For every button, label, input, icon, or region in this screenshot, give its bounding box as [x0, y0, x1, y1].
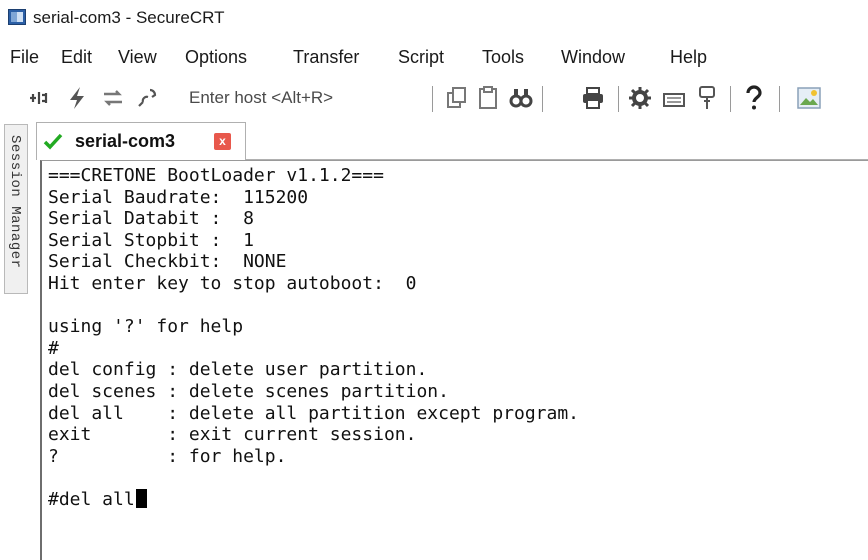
print-icon[interactable] [579, 84, 607, 112]
connected-check-icon [43, 131, 63, 151]
window-title: serial-com3 - SecureCRT [33, 8, 225, 27]
settings-icon[interactable] [626, 84, 654, 112]
session-manager-tab[interactable]: Session Manager [4, 124, 28, 294]
tab-close-icon[interactable]: x [214, 133, 231, 150]
connect-icon[interactable] [26, 84, 54, 112]
toolbar-separator [542, 86, 543, 112]
tab-label: serial-com3 [75, 131, 176, 151]
menu-edit[interactable]: Edit [61, 46, 92, 68]
toolbar-separator [618, 86, 619, 112]
title-bar: serial-com3 - SecureCRT [0, 0, 868, 40]
terminal-line: del scenes : delete scenes partition. [48, 380, 449, 402]
menu-options[interactable]: Options [185, 46, 247, 68]
menu-file[interactable]: File [10, 46, 39, 68]
terminal-cursor [135, 488, 147, 508]
menu-script[interactable]: Script [398, 46, 444, 68]
terminal-line: ? : for help. [48, 445, 287, 467]
menu-bar: File Edit View Options Transfer Script T… [0, 40, 868, 74]
menu-transfer[interactable]: Transfer [293, 46, 359, 68]
menu-tools[interactable]: Tools [482, 46, 524, 68]
tab-serial-com3[interactable]: serial-com3 x [36, 122, 246, 160]
disconnect-icon[interactable] [134, 84, 162, 112]
paste-icon[interactable] [474, 84, 502, 112]
quick-connect-icon[interactable] [63, 84, 91, 112]
toolbar-separator [779, 86, 780, 112]
terminal-line: Serial Checkbit: NONE [48, 251, 287, 273]
terminal-command: #del all [48, 488, 135, 510]
enter-host-field[interactable]: Enter host <Alt+R> [189, 87, 333, 109]
terminal-line: Serial Databit : 8 [48, 208, 254, 230]
terminal-line: # [48, 337, 59, 359]
toolbar-separator [730, 86, 731, 112]
sftp-icon[interactable] [693, 84, 721, 112]
menu-window[interactable]: Window [561, 46, 625, 68]
screenshot-icon[interactable] [795, 84, 823, 112]
tab-strip: serial-com3 x [36, 122, 868, 160]
terminal-line: using '?' for help [48, 316, 244, 338]
terminal-line: ===CRETONE BootLoader v1.1.2=== [48, 165, 384, 186]
menu-help[interactable]: Help [670, 46, 707, 68]
toolbar-separator [432, 86, 433, 112]
help-icon[interactable] [740, 84, 768, 112]
terminal-line: Serial Stopbit : 1 [48, 229, 254, 251]
session-manager-label: Session Manager [7, 135, 23, 269]
terminal-output[interactable]: ===CRETONE BootLoader v1.1.2=== Serial B… [40, 160, 868, 560]
terminal-line: Serial Baudrate: 115200 [48, 186, 309, 208]
terminal-line: Hit enter key to stop autoboot: 0 [48, 272, 417, 294]
keymap-icon[interactable] [660, 84, 688, 112]
menu-view[interactable]: View [118, 46, 157, 68]
terminal-line: exit : exit current session. [48, 424, 417, 446]
toolbar: Enter host <Alt+R> [0, 76, 868, 120]
reconnect-icon[interactable] [99, 84, 127, 112]
securecrt-app-icon[interactable] [8, 9, 26, 25]
copy-icon[interactable] [442, 84, 470, 112]
find-icon[interactable] [507, 84, 535, 112]
terminal-prompt-line: #del all [48, 488, 579, 511]
terminal-line: del all : delete all partition except pr… [48, 402, 580, 424]
terminal-line: del config : delete user partition. [48, 359, 428, 381]
